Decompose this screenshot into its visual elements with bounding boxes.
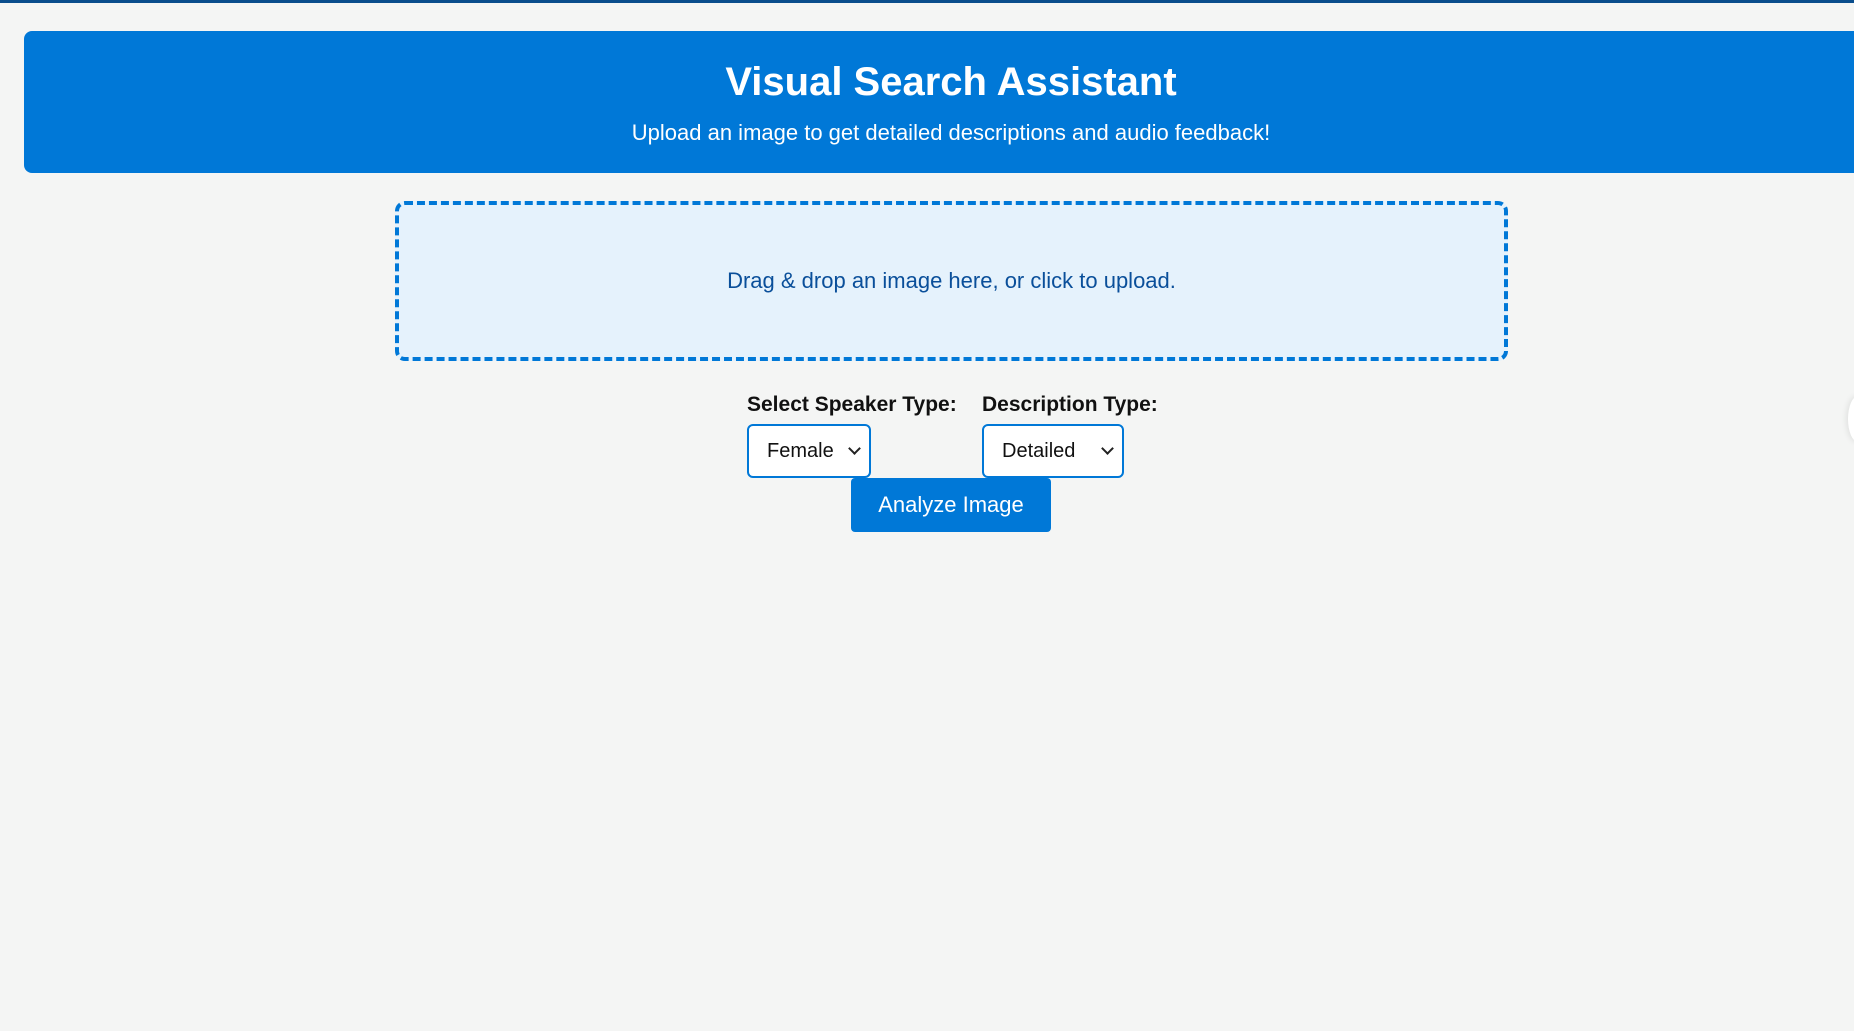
chevron-down-icon: [1101, 442, 1114, 455]
page-title: Visual Search Assistant: [725, 60, 1177, 104]
top-border: [0, 0, 1854, 3]
image-upload-dropzone[interactable]: Drag & drop an image here, or click to u…: [395, 201, 1508, 361]
analyze-image-button[interactable]: Analyze Image: [851, 478, 1051, 532]
speaker-type-label: Select Speaker Type:: [747, 393, 957, 416]
dropzone-text: Drag & drop an image here, or click to u…: [727, 268, 1176, 293]
speaker-type-select[interactable]: Female: [747, 424, 871, 478]
description-type-select[interactable]: Detailed: [982, 424, 1124, 478]
app-header: Visual Search Assistant Upload an image …: [24, 31, 1854, 173]
side-panel-handle[interactable]: [1848, 396, 1854, 442]
page-subtitle: Upload an image to get detailed descript…: [631, 120, 1271, 145]
description-type-value: Detailed: [1002, 439, 1076, 462]
chevron-down-icon: [848, 442, 861, 455]
speaker-type-value: Female: [767, 439, 834, 462]
description-type-label: Description Type:: [982, 393, 1158, 416]
